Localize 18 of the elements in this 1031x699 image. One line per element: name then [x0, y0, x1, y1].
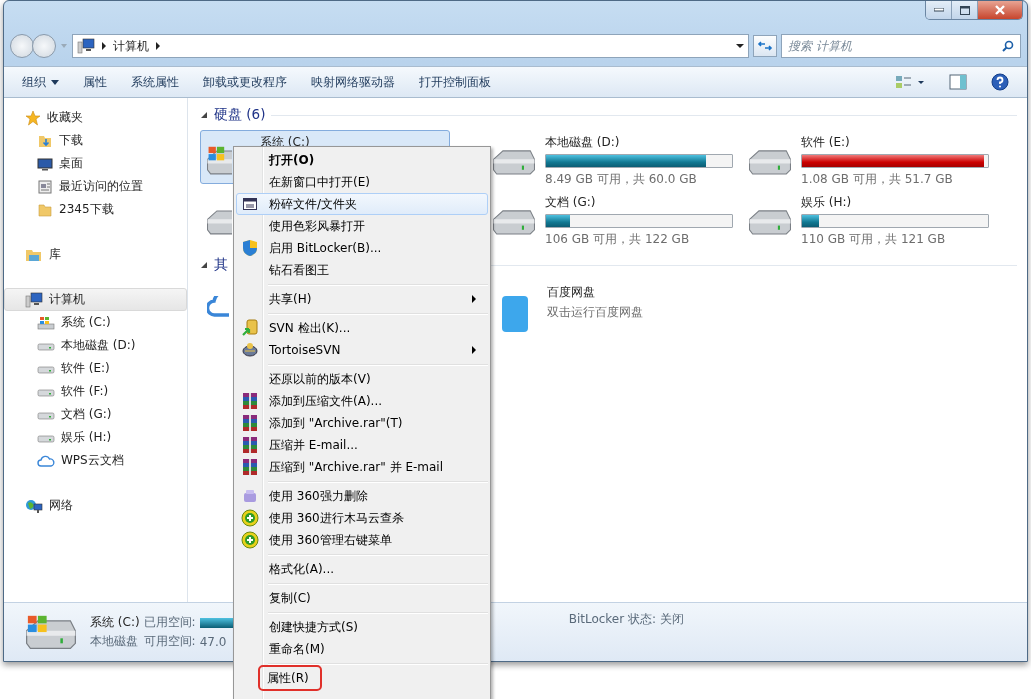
tile-name: 软件 (E:) — [801, 134, 851, 151]
tile-info: 双击运行百度网盘 — [547, 304, 643, 321]
tile-info: 1.08 GB 可用，共 51.7 GB — [801, 171, 954, 188]
bitlocker-status: BitLocker 状态: 关闭 — [568, 611, 684, 628]
tile-name: 百度网盘 — [547, 284, 596, 301]
field-value: 47.0 — [199, 634, 228, 649]
field-label: 可用空间: — [143, 633, 196, 650]
tile-info: 110 GB 可用，共 121 GB — [801, 231, 947, 248]
section-header: 硬盘 (6) — [214, 106, 266, 124]
drive-type: 本地磁盘 — [90, 633, 139, 650]
field-label: 已用空间: — [143, 614, 196, 631]
tile-name: 文档 (G:) — [545, 194, 597, 211]
tile-info: 106 GB 可用，共 122 GB — [545, 231, 691, 248]
drive-name: 系统 (C:) — [90, 614, 140, 631]
tile-name: 娱乐 (H:) — [801, 194, 853, 211]
section-header: 其 — [214, 256, 228, 274]
tile-info: 8.49 GB 可用，共 60.0 GB — [545, 171, 698, 188]
tile-name: 本地磁盘 (D:) — [545, 134, 621, 151]
